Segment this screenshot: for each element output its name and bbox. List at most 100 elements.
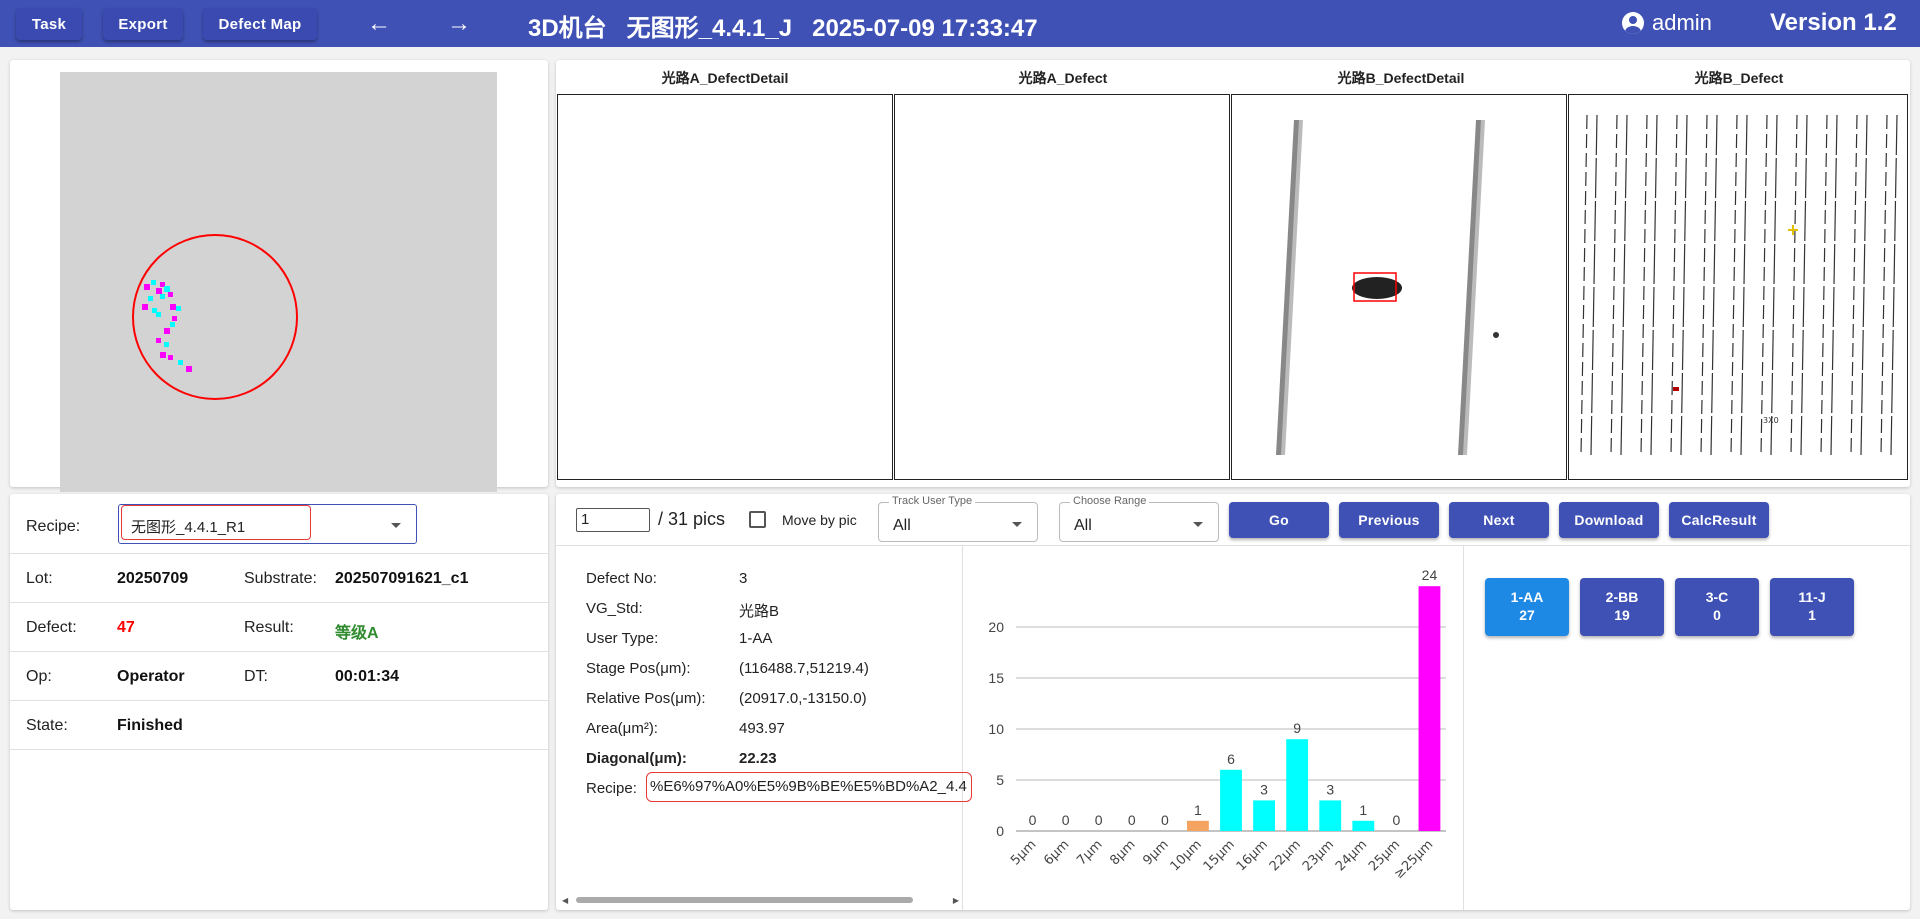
- calc-result-button[interactable]: CalcResult: [1669, 502, 1769, 538]
- stage-pos-label: Stage Pos(μm):: [586, 660, 691, 677]
- x-tick-label: 7μm: [1074, 837, 1105, 868]
- op-label: Op:: [26, 668, 52, 685]
- scroll-right-icon[interactable]: ▶: [953, 896, 959, 905]
- y-tick-label: 5: [996, 772, 1004, 788]
- choose-range-label: Choose Range: [1070, 495, 1150, 507]
- defect-map-button[interactable]: Defect Map: [203, 8, 317, 40]
- previous-button[interactable]: Previous: [1339, 502, 1439, 538]
- bar: [1220, 769, 1242, 831]
- image-b-defect-detail[interactable]: [1231, 94, 1567, 480]
- type-button-count: 27: [1519, 607, 1535, 623]
- type-button-3-c[interactable]: 3-C 0: [1675, 578, 1759, 636]
- defect-detail-panel: 1 / 31 pics Move by pic Track User Type …: [556, 494, 1910, 910]
- x-tick-label: 23μm: [1300, 837, 1337, 874]
- x-tick-label: 22μm: [1267, 837, 1304, 874]
- x-tick-label: 8μm: [1107, 837, 1138, 868]
- image-a-defect[interactable]: [894, 94, 1230, 480]
- choose-range-select[interactable]: Choose Range All: [1059, 495, 1219, 542]
- defect-no-label: Defect No:: [586, 570, 657, 587]
- lot-row: Lot: 20250709 Substrate: 202507091621_c1: [10, 554, 548, 603]
- detail-recipe-value: %E6%97%A0%E5%9B%BE%E5%BD%A2_4.4: [646, 772, 972, 802]
- substrate-value: 202507091621_c1: [335, 570, 469, 587]
- x-tick-label: 10μm: [1168, 837, 1205, 874]
- track-user-type-select[interactable]: Track User Type All: [878, 495, 1038, 542]
- recipe-value: 无图形_4.4.1_R1: [131, 519, 246, 536]
- track-user-type-value: All: [893, 517, 911, 534]
- next-button[interactable]: Next: [1449, 502, 1549, 538]
- task-button[interactable]: Task: [16, 8, 82, 40]
- image-title-a-detail: 光路A_DefectDetail: [661, 70, 789, 86]
- bar: [1319, 800, 1342, 831]
- recipe-select[interactable]: 无图形_4.4.1_R1: [118, 504, 417, 544]
- arrow-left-icon[interactable]: ←: [365, 10, 393, 38]
- overview-stripe: [1680, 114, 1688, 456]
- lot-value: 20250709: [117, 570, 189, 587]
- type-button-2-bb[interactable]: 2-BB 19: [1580, 578, 1664, 636]
- substrate-label: Substrate:: [244, 570, 317, 587]
- overview-stripe: [1640, 114, 1648, 456]
- relative-pos-value: (20917.0,-13150.0): [739, 690, 867, 707]
- overview-stripe: [1710, 114, 1718, 456]
- overview-stripe: [1580, 114, 1588, 456]
- overview-stripe: [1850, 114, 1858, 456]
- vg-std-label: VG_Std:: [586, 600, 643, 617]
- defect-detail-svg: [1276, 120, 1499, 455]
- overview-stripe: [1860, 114, 1868, 456]
- type-button-11-j[interactable]: 11-J 1: [1770, 578, 1854, 636]
- diagonal-label: Diagonal(μm):: [586, 750, 687, 767]
- image-a-defect-detail[interactable]: [557, 94, 893, 480]
- download-button[interactable]: Download: [1559, 502, 1659, 538]
- diagonal-value: 22.23: [739, 750, 777, 767]
- move-by-pic-checkbox[interactable]: [749, 511, 766, 528]
- overview-stripe: [1620, 114, 1628, 456]
- type-button-name: 1-AA: [1510, 589, 1544, 605]
- defect-no-value: 3: [739, 570, 748, 587]
- vg-std-value: 光路B: [739, 603, 780, 620]
- detail-recipe-label: Recipe:: [586, 780, 637, 797]
- bar-value-label: 0: [1128, 812, 1136, 828]
- overview-stripe: [1820, 114, 1828, 456]
- defect-dot: [1493, 332, 1499, 338]
- recipe-row: Recipe: 无图形_4.4.1_R1: [10, 494, 548, 554]
- top-app-bar: Task Export Defect Map ← → 3D机台 无图形_4.4.…: [0, 0, 1920, 47]
- wafer-map-panel: [10, 60, 548, 492]
- bar: [1352, 820, 1375, 831]
- dt-label: DT:: [244, 668, 268, 685]
- horizontal-scrollbar[interactable]: ◀ ▶: [562, 895, 959, 905]
- scroll-left-icon[interactable]: ◀: [562, 896, 568, 905]
- bar-value-label: 1: [1359, 802, 1367, 818]
- user-type-value: 1-AA: [739, 630, 773, 647]
- track-user-type-label: Track User Type: [889, 495, 976, 507]
- overview-stripe: [1880, 114, 1888, 456]
- choose-range-value: All: [1074, 517, 1092, 534]
- result-value: 等级A: [335, 625, 379, 642]
- bar: [1286, 739, 1309, 831]
- scrollbar-thumb[interactable]: [576, 897, 913, 903]
- bar: [1418, 586, 1441, 831]
- arrow-right-icon[interactable]: →: [445, 10, 473, 38]
- overview-stripe: [1890, 114, 1898, 456]
- x-tick-label: 24μm: [1333, 837, 1370, 874]
- image-b-defect[interactable]: 3X0: [1568, 94, 1908, 480]
- go-button[interactable]: Go: [1229, 502, 1329, 538]
- wafer-map-svg: [132, 234, 298, 400]
- y-tick-label: 10: [988, 721, 1004, 737]
- type-button-1-aa[interactable]: 1-AA 27: [1485, 578, 1569, 636]
- page-number-input[interactable]: 1: [576, 508, 650, 532]
- x-tick-label: 15μm: [1201, 837, 1238, 874]
- defect-row: Defect: 47 Result: 等级A: [10, 603, 548, 652]
- wafer-map[interactable]: [60, 72, 497, 492]
- bar-value-label: 0: [1161, 812, 1169, 828]
- state-label: State:: [26, 717, 68, 734]
- user-type-label: User Type:: [586, 630, 659, 647]
- user-menu[interactable]: admin: [1622, 10, 1712, 36]
- relative-pos-label: Relative Pos(μm):: [586, 690, 706, 707]
- version-label: Version 1.2: [1770, 9, 1897, 36]
- defect-detail-list: Defect No: 3 VG_Std: 光路B User Type: 1-AA…: [556, 546, 972, 910]
- op-value: Operator: [117, 668, 185, 685]
- overview-stripe: [1830, 114, 1838, 456]
- export-button[interactable]: Export: [103, 8, 183, 40]
- move-by-pic-label: Move by pic: [782, 512, 857, 528]
- defect-images-panel: 光路A_DefectDetail 光路A_Defect 光路B_DefectDe…: [556, 60, 1910, 487]
- info-panel: Recipe: 无图形_4.4.1_R1 Lot: 20250709 Subst…: [10, 494, 548, 910]
